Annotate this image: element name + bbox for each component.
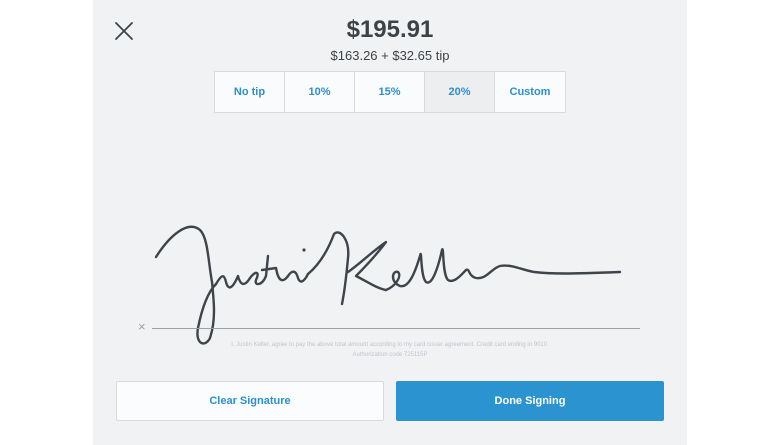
tip-option-none[interactable]: No tip [215, 72, 285, 112]
tip-option-20[interactable]: 20% [425, 72, 495, 112]
tip-selector: No tip 10% 15% 20% Custom [214, 71, 566, 113]
tip-option-15[interactable]: 15% [355, 72, 425, 112]
tip-option-10[interactable]: 10% [285, 72, 355, 112]
amount-breakdown: $163.26 + $32.65 tip [330, 48, 450, 63]
tip-option-custom[interactable]: Custom [495, 72, 565, 112]
clear-signature-button[interactable]: Clear Signature [116, 381, 384, 421]
signature-line [152, 328, 640, 329]
done-signing-button[interactable]: Done Signing [396, 381, 664, 421]
agreement-text: I, Justin Keller, agree to pay the above… [231, 342, 549, 358]
signature-drawing[interactable] [150, 210, 630, 350]
total-amount: $195.91 [346, 16, 434, 43]
signature-marker: × [138, 319, 146, 334]
